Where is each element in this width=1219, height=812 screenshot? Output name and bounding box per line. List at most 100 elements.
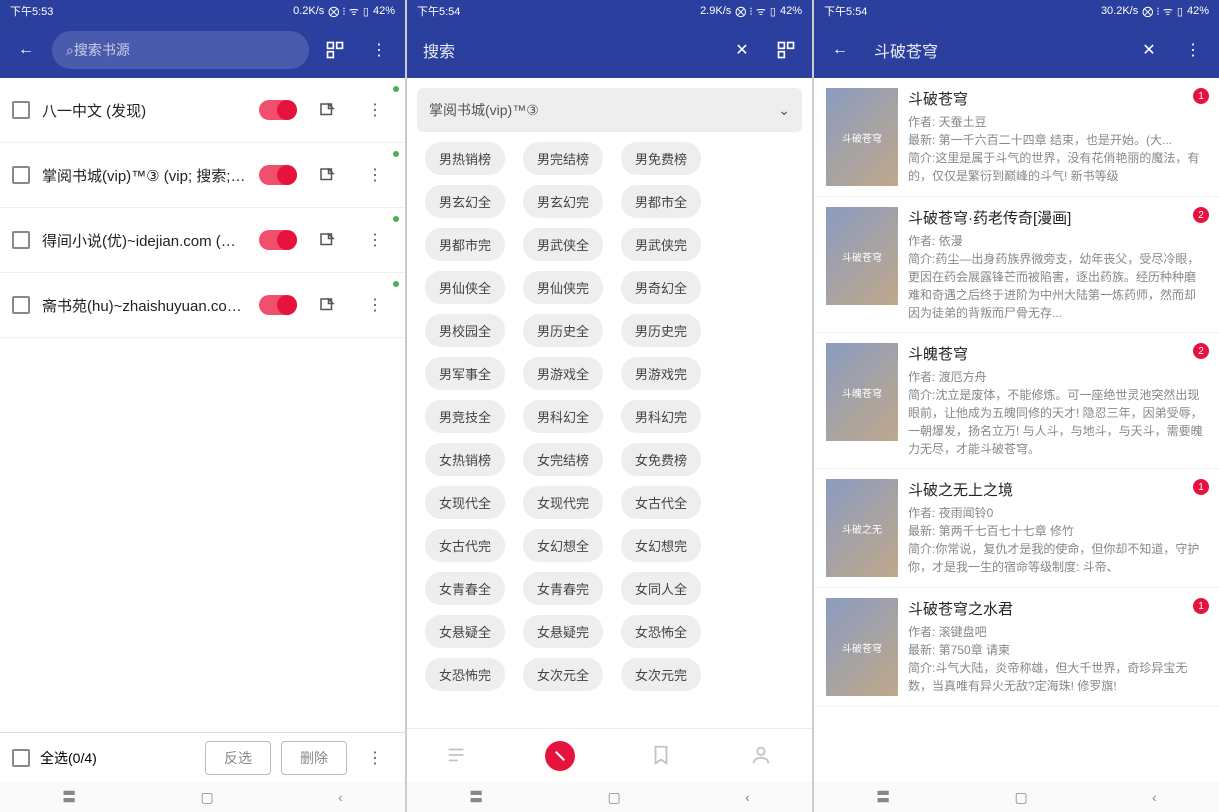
category-tag[interactable]: 男科幻全 [523, 400, 603, 433]
search-input[interactable]: ⌕ 搜索书源 [52, 31, 309, 69]
book-cover: 斗破苍穹 [826, 88, 898, 186]
search-query[interactable]: 斗破苍穹 [866, 38, 1123, 62]
back-icon[interactable]: ‹ [745, 789, 750, 805]
search-input[interactable]: 搜索 [415, 38, 716, 62]
category-tag[interactable]: 女恐怖全 [621, 615, 701, 648]
recents-icon[interactable]: 〓 [62, 787, 76, 807]
back-icon[interactable]: ← [8, 32, 44, 68]
invert-button[interactable]: 反选 [205, 741, 271, 775]
category-tag[interactable]: 男历史完 [621, 314, 701, 347]
toggle-switch[interactable] [259, 100, 297, 120]
category-tag[interactable]: 男军事全 [425, 357, 505, 390]
status-time: 下午5:54 [417, 3, 460, 19]
category-tag[interactable]: 男免费榜 [621, 142, 701, 175]
source-dropdown[interactable]: 掌阅书城(vip)™③ ⌄ [417, 88, 802, 132]
category-tag[interactable]: 男竞技全 [425, 400, 505, 433]
checkbox[interactable] [12, 101, 30, 119]
category-tag[interactable]: 女悬疑全 [425, 615, 505, 648]
nav-bookmark-icon[interactable] [650, 744, 674, 768]
more-icon[interactable]: ⋮ [357, 222, 393, 258]
category-tag[interactable]: 女恐怖完 [425, 658, 505, 691]
edit-icon[interactable] [309, 287, 345, 323]
category-tag[interactable]: 女现代完 [523, 486, 603, 519]
category-tag[interactable]: 男武侠完 [621, 228, 701, 261]
category-tag[interactable]: 女幻想全 [523, 529, 603, 562]
source-item[interactable]: 八一中文 (发现) ⋮ [0, 78, 405, 143]
clear-icon[interactable]: ✕ [1131, 32, 1167, 68]
category-tag[interactable]: 女古代全 [621, 486, 701, 519]
category-tag[interactable]: 男完结榜 [523, 142, 603, 175]
category-tag[interactable]: 女青春完 [523, 572, 603, 605]
count-badge: 1 [1193, 88, 1209, 104]
category-tag[interactable]: 女次元完 [621, 658, 701, 691]
more-icon[interactable]: ⋮ [357, 92, 393, 128]
category-tag[interactable]: 男奇幻全 [621, 271, 701, 304]
edit-icon[interactable] [309, 92, 345, 128]
header: ← 斗破苍穹 ✕ ⋮ [814, 22, 1219, 78]
category-tag[interactable]: 男游戏全 [523, 357, 603, 390]
nav-discover-icon[interactable] [545, 741, 575, 771]
book-item[interactable]: 斗破苍穹 斗破苍穹·药老传奇[漫画] 作者: 依漫 简介:药尘—出身药族界微旁支… [814, 197, 1219, 333]
edit-icon[interactable] [309, 222, 345, 258]
back-icon[interactable]: ‹ [338, 789, 343, 805]
qr-icon[interactable] [317, 32, 353, 68]
discover-content: 掌阅书城(vip)™③ ⌄ 男热销榜男完结榜男免费榜男玄幻全男玄幻完男都市全男都… [407, 78, 812, 728]
toggle-switch[interactable] [259, 295, 297, 315]
category-tag[interactable]: 女次元全 [523, 658, 603, 691]
edit-icon[interactable] [309, 157, 345, 193]
category-tag[interactable]: 男热销榜 [425, 142, 505, 175]
category-tag[interactable]: 女现代全 [425, 486, 505, 519]
home-icon[interactable]: ▢ [1015, 789, 1028, 806]
source-item[interactable]: 掌阅书城(vip)™③ (vip; 搜索; 发... ⋮ [0, 143, 405, 208]
book-item[interactable]: 斗破之无 斗破之无上之境 作者: 夜雨闻铃0 最新: 第两千七百七十七章 修竹 … [814, 469, 1219, 588]
category-tag[interactable]: 男仙侠完 [523, 271, 603, 304]
toggle-switch[interactable] [259, 230, 297, 250]
category-tag[interactable]: 女热销榜 [425, 443, 505, 476]
qr-icon[interactable] [768, 32, 804, 68]
checkbox[interactable] [12, 166, 30, 184]
category-tag[interactable]: 男玄幻完 [523, 185, 603, 218]
more-icon[interactable]: ⋮ [357, 740, 393, 776]
signal-icon: ⨂ ⁝ ᯤ [328, 4, 359, 19]
recents-icon[interactable]: 〓 [876, 787, 890, 807]
book-item[interactable]: 斗破苍穹 斗破苍穹之水君 作者: 滚键盘吧 最新: 第750章 请柬 简介:斗气… [814, 588, 1219, 707]
category-tag[interactable]: 男武侠全 [523, 228, 603, 261]
book-item[interactable]: 斗破苍穹 斗破苍穹 作者: 天蚕土豆 最新: 第一千六百二十四章 结束，也是开始… [814, 78, 1219, 197]
category-tag[interactable]: 男历史全 [523, 314, 603, 347]
category-tag[interactable]: 女幻想完 [621, 529, 701, 562]
nav-bookshelf-icon[interactable] [445, 744, 469, 768]
close-icon[interactable]: ✕ [724, 32, 760, 68]
checkbox[interactable] [12, 296, 30, 314]
nav-profile-icon[interactable] [750, 744, 774, 768]
back-icon[interactable]: ‹ [1152, 789, 1157, 805]
category-tag[interactable]: 男科幻完 [621, 400, 701, 433]
delete-button[interactable]: 删除 [281, 741, 347, 775]
book-item[interactable]: 斗魄苍穹 斗魄苍穹 作者: 渡厄方舟 简介:沈立是废体，不能修炼。可一座绝世灵池… [814, 333, 1219, 469]
source-item[interactable]: 得间小说(优)~idejian.com (搜... ⋮ [0, 208, 405, 273]
toggle-switch[interactable] [259, 165, 297, 185]
more-icon[interactable]: ⋮ [1175, 32, 1211, 68]
category-tag[interactable]: 女青春全 [425, 572, 505, 605]
recents-icon[interactable]: 〓 [469, 787, 483, 807]
category-tag[interactable]: 男都市完 [425, 228, 505, 261]
category-tag[interactable]: 女同人全 [621, 572, 701, 605]
signal-icon: ⨂ ⁝ ᯤ [1142, 4, 1173, 19]
category-tag[interactable]: 男校园全 [425, 314, 505, 347]
home-icon[interactable]: ▢ [201, 789, 214, 806]
more-icon[interactable]: ⋮ [357, 287, 393, 323]
select-all-checkbox[interactable] [12, 749, 30, 767]
more-icon[interactable]: ⋮ [357, 157, 393, 193]
category-tag[interactable]: 男玄幻全 [425, 185, 505, 218]
more-icon[interactable]: ⋮ [361, 32, 397, 68]
back-icon[interactable]: ← [822, 32, 858, 68]
checkbox[interactable] [12, 231, 30, 249]
category-tag[interactable]: 男仙侠全 [425, 271, 505, 304]
category-tag[interactable]: 女悬疑完 [523, 615, 603, 648]
source-item[interactable]: 斋书苑(hu)~zhaishuyuan.com... ⋮ [0, 273, 405, 338]
category-tag[interactable]: 女完结榜 [523, 443, 603, 476]
category-tag[interactable]: 男游戏完 [621, 357, 701, 390]
category-tag[interactable]: 女古代完 [425, 529, 505, 562]
home-icon[interactable]: ▢ [608, 789, 621, 806]
category-tag[interactable]: 男都市全 [621, 185, 701, 218]
category-tag[interactable]: 女免费榜 [621, 443, 701, 476]
